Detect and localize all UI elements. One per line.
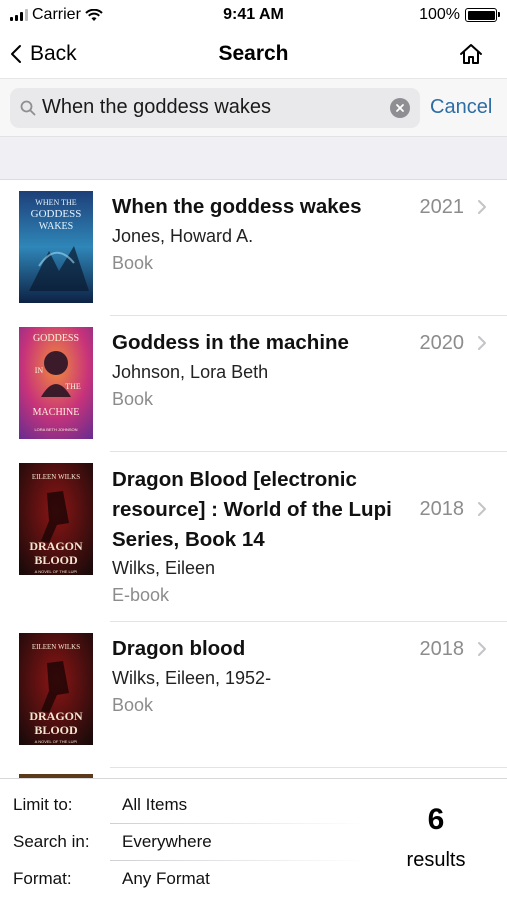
cover-text: GODDESS (33, 333, 79, 344)
filter-search-in[interactable]: Search in: Everywhere (0, 823, 370, 860)
cover-text: IN (35, 366, 44, 375)
result-row[interactable]: EILEEN WILKS DRAGON BLOOD A NOVEL OF THE… (0, 452, 507, 622)
cover-text: BLOOD (34, 723, 78, 737)
result-title: When the goddess wakes (112, 195, 362, 218)
result-year: 2018 (419, 638, 465, 660)
result-format: Book (112, 389, 154, 409)
filter-value[interactable]: All Items (122, 795, 187, 815)
result-year: 2018 (419, 498, 465, 520)
result-count: 6 (427, 803, 445, 836)
nav-bar: Back Search (0, 30, 507, 78)
cover-text: GODDESS (31, 208, 82, 220)
result-year: 2021 (419, 196, 465, 218)
result-author: Wilks, Eileen, 1952- (112, 668, 272, 688)
cover-text: WAKES (39, 221, 73, 232)
status-left: Carrier (10, 6, 180, 24)
cover-text: EILEEN WILKS (32, 473, 80, 481)
wifi-icon (85, 8, 103, 21)
filter-limit-to[interactable]: Limit to: All Items (0, 786, 370, 823)
status-right: 100% (327, 6, 500, 24)
filter-format[interactable]: Format: Any Format (0, 860, 370, 897)
search-query[interactable]: When the goddess wakes (42, 96, 384, 119)
result-title: Dragon Blood [electronic resource] : Wor… (112, 468, 392, 551)
filter-value[interactable]: Everywhere (122, 832, 212, 852)
result-format: Book (112, 253, 154, 273)
cover-text: WHEN THE (35, 198, 77, 207)
carrier-label: Carrier (32, 6, 81, 23)
clear-search-button[interactable] (390, 97, 410, 118)
book-cover-image: GODDESS IN THE MACHINE LORA BETH JOHNSON (19, 327, 93, 439)
result-year: 2020 (419, 332, 465, 354)
result-format: Book (112, 695, 154, 715)
cover-text: DRAGON (29, 539, 83, 553)
cover-text: DRAGON (29, 709, 83, 723)
page-title: Search (218, 42, 289, 65)
cover-text: EILEEN WILKS (32, 643, 80, 651)
cover-text: LORA BETH JOHNSON (34, 427, 77, 432)
close-icon (396, 103, 404, 112)
cover-text: BLOOD (34, 553, 78, 567)
cover-text: THE (65, 382, 81, 391)
chevron-left-icon (11, 45, 21, 63)
battery-percent: 100% (419, 6, 460, 23)
chevron-right-icon (478, 642, 486, 656)
book-cover-image: WHEN THE GODDESS WAKES (19, 191, 93, 303)
book-cover-image: EILEEN WILKS DRAGON BLOOD A NOVEL OF THE… (19, 633, 93, 745)
filter-label: Search in: (13, 831, 90, 851)
back-label: Back (30, 42, 77, 65)
cover-text: A NOVEL OF THE LUPI (35, 569, 78, 574)
back-button[interactable]: Back (10, 42, 150, 66)
result-row[interactable]: GODDESS IN THE MACHINE LORA BETH JOHNSON… (0, 316, 507, 452)
result-row[interactable]: EILEEN WILKS DRAGON BLOOD A NOVEL OF THE… (0, 622, 507, 768)
results-list[interactable]: WHEN THE GODDESS WAKES When the goddess … (0, 180, 507, 778)
battery-icon (465, 8, 500, 22)
filter-value[interactable]: Any Format (122, 869, 210, 889)
filter-panel: Limit to: All Items Search in: Everywher… (0, 778, 507, 900)
cover-text: MACHINE (33, 407, 80, 418)
result-count-label: results (406, 849, 466, 871)
cancel-button[interactable]: Cancel (430, 96, 492, 119)
signal-icon (10, 9, 28, 21)
filter-label: Format: (13, 868, 72, 888)
book-cover-image: EILEEN WILKS DRAGON BLOOD A NOVEL OF THE… (19, 463, 93, 575)
chevron-right-icon (478, 336, 486, 350)
result-author: Johnson, Lora Beth (112, 362, 269, 382)
cover-text: A NOVEL OF THE LUPI (35, 739, 78, 744)
home-button[interactable] (357, 43, 497, 65)
home-icon (460, 44, 482, 64)
search-icon (20, 100, 36, 115)
search-input[interactable]: When the goddess wakes (10, 87, 420, 128)
result-row[interactable]: WHEN THE GODDESS WAKES When the goddess … (0, 180, 507, 316)
status-bar: Carrier 9:41 AM 100% (0, 0, 507, 30)
chevron-right-icon (478, 200, 486, 214)
result-author: Jones, Howard A. (112, 226, 254, 246)
chevron-right-icon (478, 502, 486, 516)
result-author: Wilks, Eileen (112, 558, 216, 578)
filter-label: Limit to: (13, 794, 73, 814)
status-time: 9:41 AM (223, 6, 284, 23)
section-spacer (0, 136, 507, 180)
result-format: E-book (112, 585, 170, 605)
result-title: Dragon blood (112, 637, 246, 660)
result-title: Goddess in the machine (112, 331, 349, 354)
search-row: When the goddess wakes Cancel (0, 78, 507, 136)
